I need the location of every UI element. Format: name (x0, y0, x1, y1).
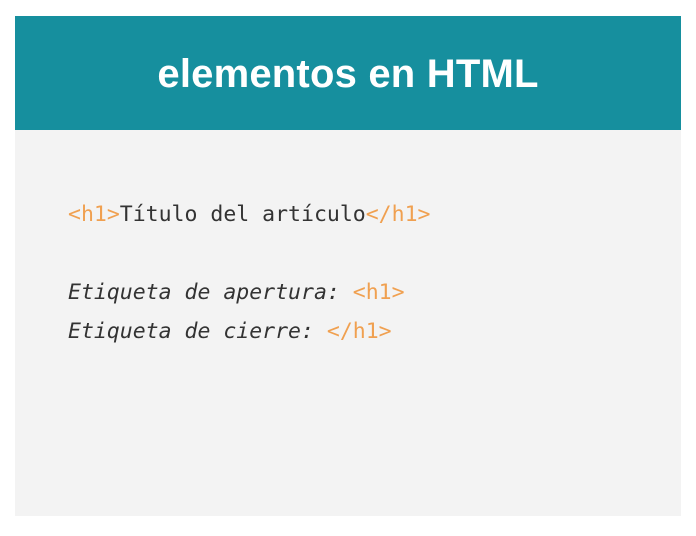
page-title: elementos en HTML (157, 51, 539, 96)
opening-tag-value: <h1> (352, 280, 405, 305)
closing-tag-line: Etiqueta de cierre: </h1> (68, 319, 392, 344)
opening-tag-line: Etiqueta de apertura: <h1> (68, 280, 405, 305)
close-tag: </h1> (365, 202, 431, 227)
element-content: Título del artículo (119, 202, 366, 227)
code-example-line: <h1>Título del artículo</h1> (68, 202, 430, 227)
content-card: elementos en HTML <h1>Título del artícul… (15, 16, 681, 516)
closing-tag-value: </h1> (326, 319, 392, 344)
opening-tag-label: Etiqueta de apertura: (68, 280, 353, 305)
closing-tag-label: Etiqueta de cierre: (68, 319, 327, 344)
header-banner: elementos en HTML (15, 16, 681, 130)
open-tag: <h1> (68, 202, 120, 227)
